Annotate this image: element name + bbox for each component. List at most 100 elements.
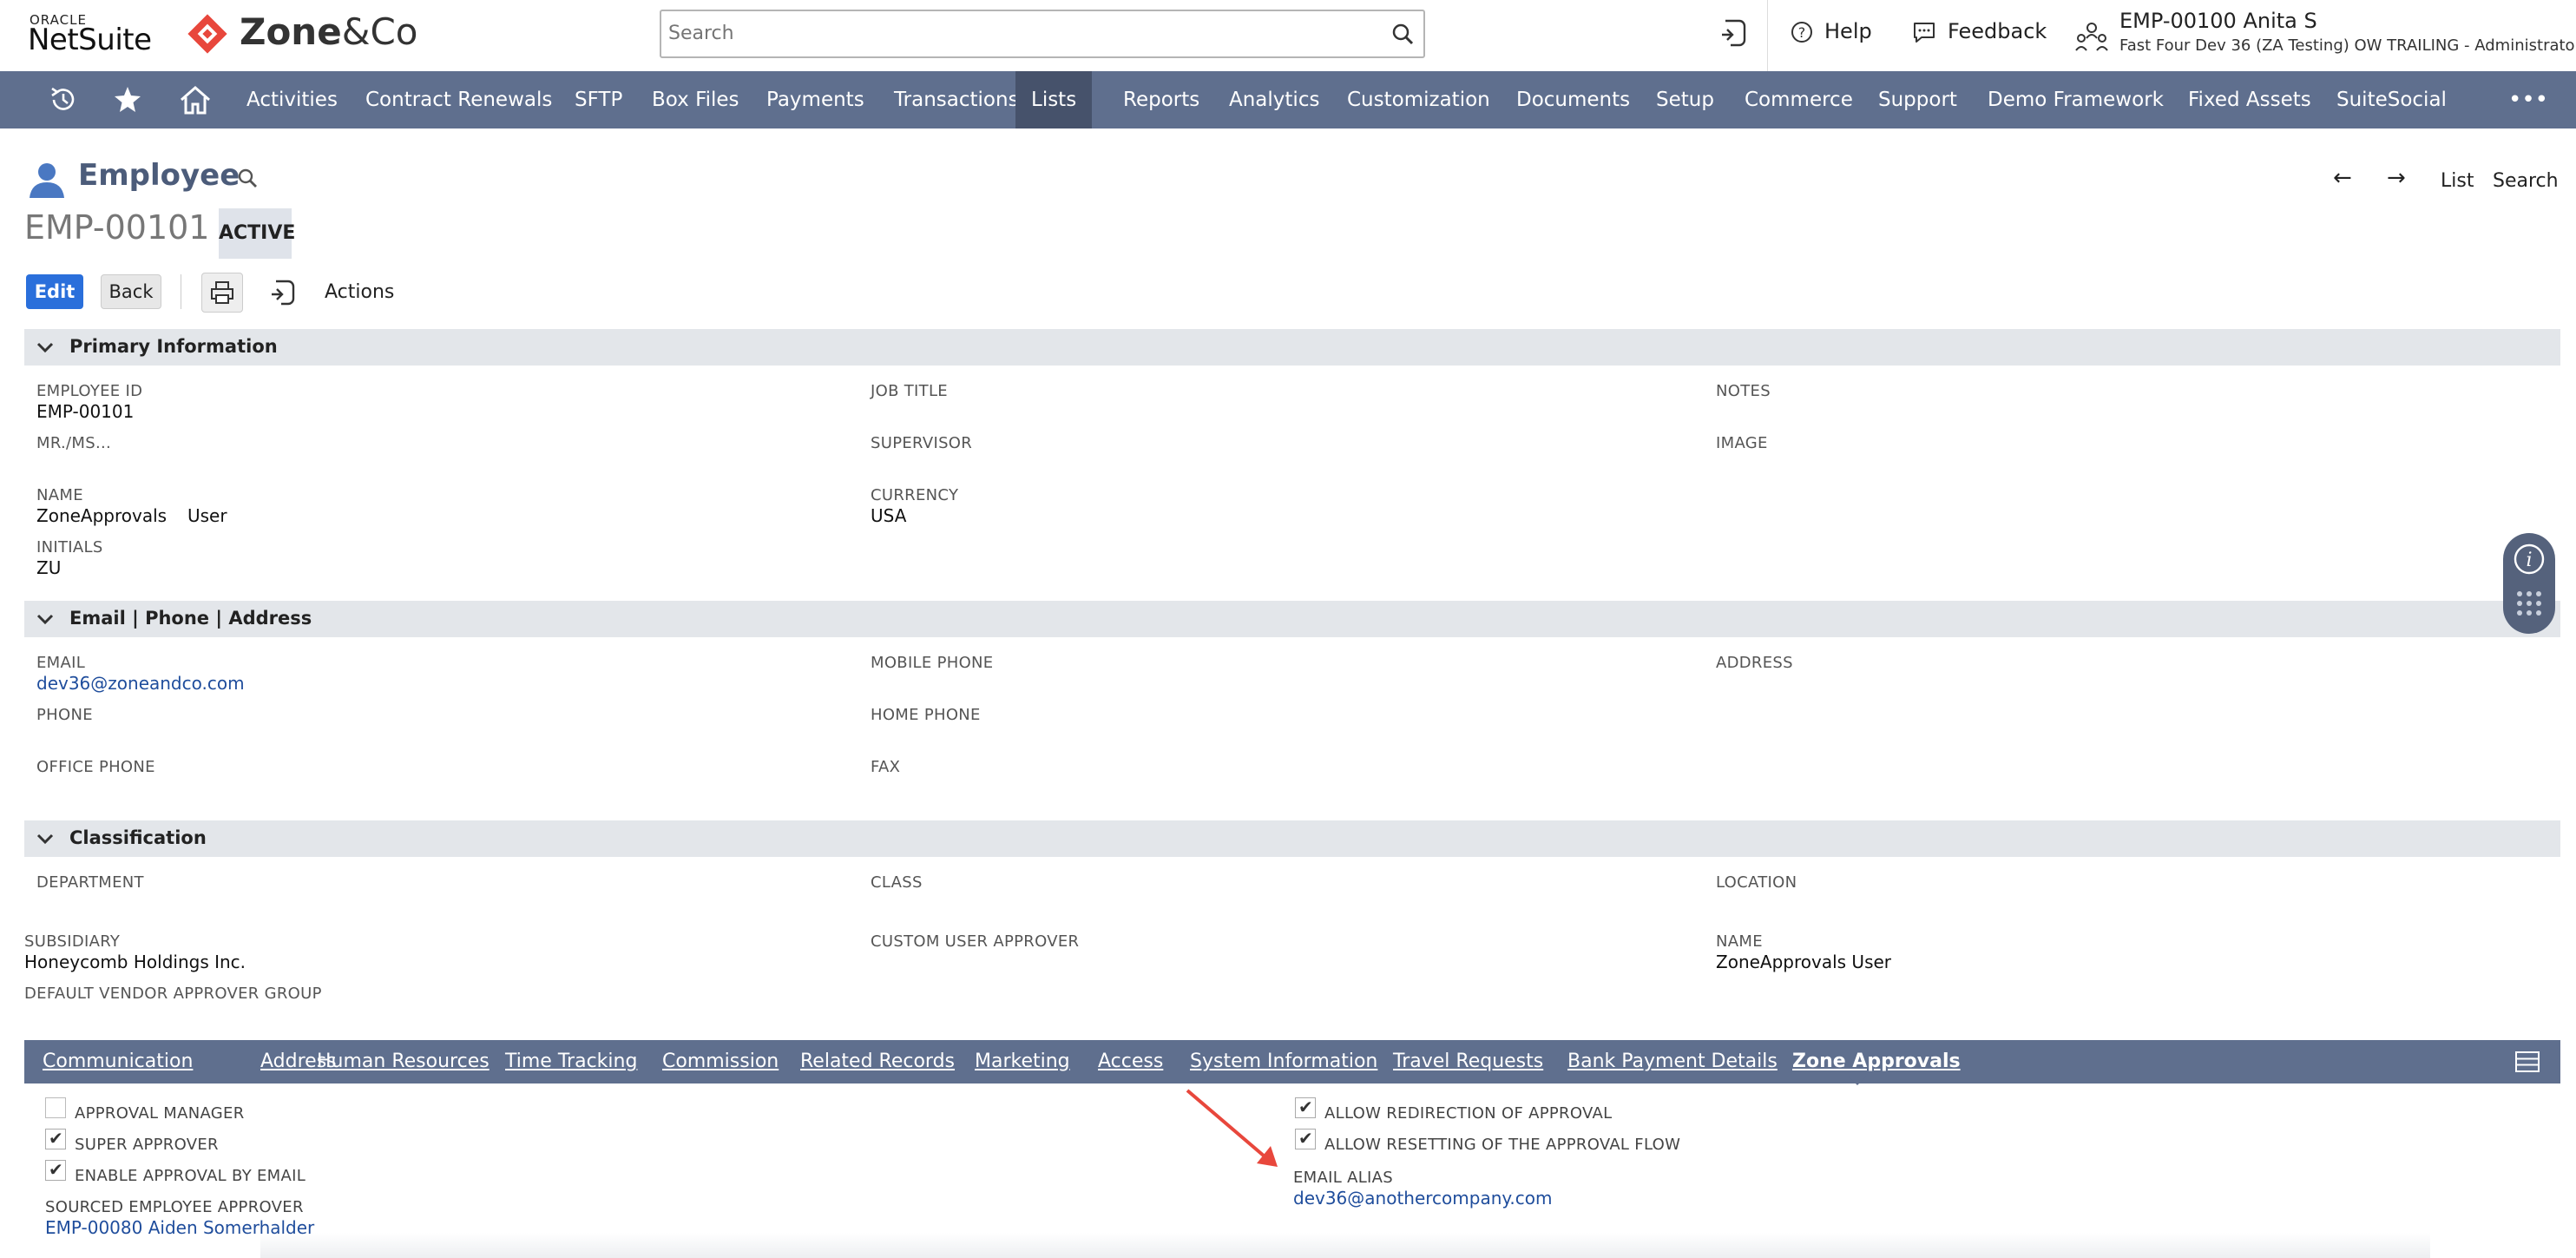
home-phone-label: HOME PHONE xyxy=(871,706,981,724)
allow-redirection-checkbox[interactable] xyxy=(1295,1097,1316,1118)
section-primary-information[interactable]: Primary Information xyxy=(24,329,2560,366)
svg-text:i: i xyxy=(2526,550,2532,571)
history-icon[interactable] xyxy=(49,85,78,115)
recent-records-icon[interactable] xyxy=(1718,17,1748,49)
nav-item-customization[interactable]: Customization xyxy=(1347,71,1490,128)
class-label: CLASS xyxy=(871,873,923,892)
super-approver-label: SUPER APPROVER xyxy=(75,1136,219,1154)
nav-item-transactions[interactable]: Transactions xyxy=(894,71,1019,128)
star-icon[interactable] xyxy=(113,85,142,115)
tab-zone-approvals[interactable]: Zone Approvals xyxy=(1792,1051,1961,1072)
previous-record-arrow-icon[interactable]: ← xyxy=(2333,165,2352,191)
email-alias-link[interactable]: dev36@anothercompany.com xyxy=(1293,1188,1552,1209)
tab-travel-requests[interactable]: Travel Requests xyxy=(1393,1051,1543,1072)
search-icon[interactable] xyxy=(1390,22,1415,46)
actions-icon[interactable] xyxy=(269,278,297,307)
subtab-bar: Communication Address Human Resources Time … xyxy=(24,1040,2560,1083)
nav-item-support[interactable]: Support xyxy=(1878,71,1957,128)
initials-value: ZU xyxy=(36,557,62,578)
netsuite-logo-text[interactable]: NetSuite xyxy=(28,23,152,57)
nav-item-payments[interactable]: Payments xyxy=(766,71,864,128)
nav-item-box-files[interactable]: Box Files xyxy=(652,71,739,128)
help-label: Help xyxy=(1824,19,1872,43)
header-divider xyxy=(1767,0,1768,71)
home-icon[interactable] xyxy=(179,85,212,115)
tab-communication[interactable]: Communication xyxy=(43,1051,193,1072)
help-link[interactable]: ? Help xyxy=(1790,19,1872,44)
job-title-label: JOB TITLE xyxy=(871,382,948,400)
print-button[interactable] xyxy=(201,273,243,313)
initials-label: INITIALS xyxy=(36,538,103,557)
location-label: LOCATION xyxy=(1716,873,1797,892)
record-search-icon[interactable] xyxy=(236,167,260,191)
nav-item-commerce[interactable]: Commerce xyxy=(1745,71,1853,128)
email-link[interactable]: dev36@zoneandco.com xyxy=(36,673,245,694)
global-search-input[interactable] xyxy=(667,13,1347,53)
nav-item-fixed-assets[interactable]: Fixed Assets xyxy=(2188,71,2311,128)
printer-icon xyxy=(211,281,233,304)
feedback-link[interactable]: Feedback xyxy=(1911,19,2047,44)
enable-approval-by-email-checkbox[interactable] xyxy=(45,1159,66,1181)
zone-logo-icon xyxy=(187,14,227,54)
tab-related-records[interactable]: Related Records xyxy=(800,1051,955,1072)
last-name-value: User xyxy=(187,505,227,526)
tab-access[interactable]: Access xyxy=(1098,1051,1163,1072)
feedback-label: Feedback xyxy=(1948,19,2047,43)
svg-text:?: ? xyxy=(1798,24,1806,41)
nav-more-button[interactable]: ••• xyxy=(2508,71,2548,128)
section-title: Primary Information xyxy=(69,336,278,357)
annotation-arrow-icon xyxy=(1186,1089,1278,1167)
active-tab-caret xyxy=(1849,1077,1866,1085)
enable-approval-by-email-label: ENABLE APPROVAL BY EMAIL xyxy=(75,1167,306,1185)
actions-menu[interactable]: Actions xyxy=(325,281,394,303)
nav-item-sftp[interactable]: SFTP xyxy=(575,71,622,128)
tab-menu-icon[interactable] xyxy=(2515,1051,2540,1072)
tab-human-resources[interactable]: Human Resources xyxy=(317,1051,490,1072)
image-label: IMAGE xyxy=(1716,434,1768,452)
office-phone-label: OFFICE PHONE xyxy=(36,758,155,776)
nav-item-demo-framework[interactable]: Demo Framework xyxy=(1988,71,2164,128)
user-name: EMP-00100 Anita S xyxy=(2119,9,2317,33)
global-search-box[interactable] xyxy=(660,10,1425,58)
nav-item-reports[interactable]: Reports xyxy=(1123,71,1199,128)
mrms-label: MR./MS... xyxy=(36,434,112,452)
edit-button[interactable]: Edit xyxy=(26,274,83,309)
department-label: DEPARTMENT xyxy=(36,873,144,892)
super-approver-checkbox[interactable] xyxy=(45,1128,66,1149)
tab-system-information[interactable]: System Information xyxy=(1190,1051,1377,1072)
default-vendor-approver-group-label: DEFAULT VENDOR APPROVER GROUP xyxy=(24,985,322,1003)
section-classification[interactable]: Classification xyxy=(24,820,2560,857)
subsidiary-label: SUBSIDIARY xyxy=(24,932,121,951)
tab-time-tracking[interactable]: Time Tracking xyxy=(505,1051,637,1072)
info-icon[interactable]: i xyxy=(2512,542,2546,576)
grid-dots-icon[interactable] xyxy=(2514,589,2544,618)
nav-item-setup[interactable]: Setup xyxy=(1656,71,1714,128)
tab-bank-payment-details[interactable]: Bank Payment Details xyxy=(1567,1051,1778,1072)
zone-brand-suffix: &Co xyxy=(341,10,418,53)
floating-info-panel[interactable]: i xyxy=(2503,533,2555,634)
nav-item-activities[interactable]: Activities xyxy=(246,71,338,128)
fax-label: FAX xyxy=(871,758,901,776)
top-header: ORACLE NetSuite Zone&Co ? Help Feedback xyxy=(0,0,2576,71)
employee-id-label: EMPLOYEE ID xyxy=(36,382,143,400)
tab-commission[interactable]: Commission xyxy=(662,1051,779,1072)
section-email-phone-address[interactable]: Email | Phone | Address xyxy=(24,601,2560,637)
next-record-arrow-icon[interactable]: → xyxy=(2387,165,2406,191)
email-label: EMAIL xyxy=(36,654,86,672)
nav-item-analytics[interactable]: Analytics xyxy=(1229,71,1319,128)
approval-manager-checkbox[interactable] xyxy=(45,1097,66,1118)
nav-item-contract-renewals[interactable]: Contract Renewals xyxy=(365,71,552,128)
allow-resetting-checkbox[interactable] xyxy=(1295,1128,1316,1149)
nav-item-documents[interactable]: Documents xyxy=(1516,71,1630,128)
zone-brand: Zone&Co xyxy=(240,10,417,53)
allow-resetting-label: ALLOW RESETTING OF THE APPROVAL FLOW xyxy=(1324,1136,1681,1154)
classification-name-value: ZoneApprovals User xyxy=(1716,952,1892,972)
tab-marketing[interactable]: Marketing xyxy=(975,1051,1070,1072)
main-nav: Activities Contract Renewals SFTP Box Files… xyxy=(0,71,2576,128)
back-button[interactable]: Back xyxy=(101,274,161,309)
nav-item-lists[interactable]: Lists xyxy=(1015,71,1093,128)
chevron-down-icon xyxy=(36,614,54,625)
nav-item-suitesocial[interactable]: SuiteSocial xyxy=(2336,71,2447,128)
list-link[interactable]: List xyxy=(2441,170,2474,192)
search-link[interactable]: Search xyxy=(2493,170,2559,192)
